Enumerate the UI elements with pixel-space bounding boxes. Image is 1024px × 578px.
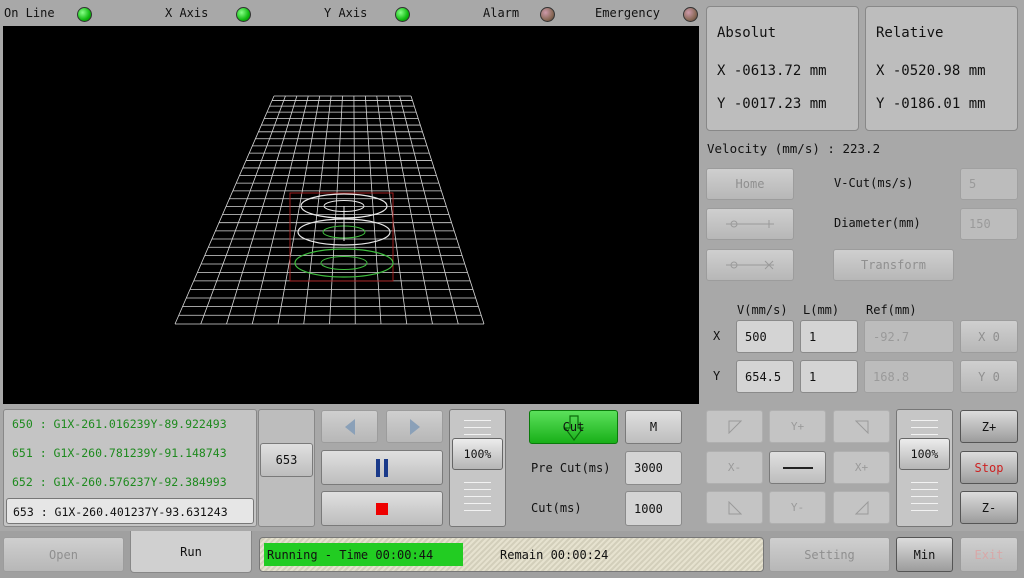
jog-up-left-button[interactable] [706,410,763,443]
arrow-down-left-icon [728,500,742,514]
row-x-label: X [713,329,721,343]
col-ref-header: Ref(mm) [866,303,917,317]
diameter-field[interactable]: 150 [960,208,1018,240]
cut-button[interactable]: Cut [529,410,618,444]
absolute-y-value: Y -0017.23 mm [717,96,827,112]
jog-y-minus-button[interactable]: Y- [769,491,826,524]
job-progress-bar: Running - Time 00:00:44 Remain 00:00:24 [259,537,764,572]
x-ref-field[interactable]: -92.7 [864,320,954,353]
diameter-label: Diameter(mm) [834,216,921,230]
status-alarm-label: Alarm [483,6,520,20]
y-zero-button[interactable]: Y 0 [960,360,1018,393]
step-back-button[interactable] [321,410,378,443]
z-minus-button[interactable]: Z- [960,491,1018,524]
home-button[interactable]: Home [706,168,794,200]
triangle-right-icon [409,418,420,435]
y-axis-led-icon [395,7,410,22]
line-counter-panel: 653 [258,409,315,527]
jog-down-left-button[interactable] [706,491,763,524]
vcut-label: V-Cut(ms/s) [834,176,914,190]
origin-arrows-icon [726,220,774,228]
remain-time-text: Remain 00:00:24 [500,548,609,562]
relative-x-value: X -0520.98 mm [876,63,986,79]
x-length-field[interactable]: 1 [800,320,858,353]
vcut-field[interactable]: 5 [960,168,1018,200]
absolute-position-panel: Absolut X -0613.72 mm Y -0017.23 mm [706,6,859,131]
status-emergency-label: Emergency [595,6,661,20]
gcode-line[interactable]: 652 : G1X-260.576237Y-92.384993 [12,475,227,489]
goto-origin-icon [726,260,774,270]
y-length-field[interactable]: 1 [800,360,858,393]
jog-x-plus-button[interactable]: X+ [833,451,890,484]
triangle-left-icon [344,418,355,435]
absolute-title: Absolut [717,25,777,41]
toolpath-grid-view [174,95,485,325]
gcode-line[interactable]: 650 : G1X-261.016239Y-89.922493 [12,417,227,431]
transform-button[interactable]: Transform [833,249,954,281]
pause-icon [376,458,388,477]
toolpath-viewport[interactable] [3,26,699,404]
relative-y-value: Y -0186.01 mm [876,96,986,112]
relative-title: Relative [876,25,944,41]
cutms-field[interactable]: 1000 [625,491,682,526]
jog-y-plus-button[interactable]: Y+ [769,410,826,443]
stop-square-icon [376,502,388,515]
m-button[interactable]: M [625,410,682,444]
emergency-led-icon [683,7,698,22]
setting-button[interactable]: Setting [769,537,890,572]
alarm-led-icon [540,7,555,22]
absolute-x-value: X -0613.72 mm [717,63,827,79]
row-y-label: Y [713,369,721,383]
precut-label: Pre Cut(ms) [531,461,611,475]
z-plus-button[interactable]: Z+ [960,410,1018,443]
jog-up-right-button[interactable] [833,410,890,443]
x-velocity-field[interactable]: 500 [736,320,794,353]
running-time-text: Running - Time 00:00:44 [267,548,434,562]
status-online-label: On Line [4,6,55,20]
velocity-readout: Velocity (mm/s) : 223.2 [707,141,881,156]
speed-override-knob[interactable]: 100% [452,438,503,470]
arrow-up-right-icon [854,420,868,434]
arrow-down-right-icon [854,500,868,514]
gcode-list[interactable]: 650 : G1X-261.016239Y-89.922493 651 : G1… [3,409,257,527]
gcode-line[interactable]: 651 : G1X-260.781239Y-91.148743 [12,446,227,460]
precut-field[interactable]: 3000 [625,451,682,485]
arrow-up-left-icon [728,420,742,434]
stop-run-button[interactable] [321,491,443,526]
jog-override-knob[interactable]: 100% [899,438,950,470]
cut-label: Cut [562,420,585,434]
jog-down-right-button[interactable] [833,491,890,524]
jog-override-slider[interactable]: 100% [896,409,953,527]
y-velocity-field[interactable]: 654.5 [736,360,794,393]
pause-button[interactable] [321,450,443,485]
z-stop-button[interactable]: Stop [960,451,1018,484]
gcode-current-line[interactable]: 653 : G1X-260.401237Y-93.631243 [6,498,254,524]
tab-run[interactable]: Run [130,531,252,573]
status-y-axis-label: Y Axis [324,6,368,20]
x-zero-button[interactable]: X 0 [960,320,1018,353]
gcode-current-text: 653 : G1X-260.401237Y-93.631243 [13,505,228,519]
speed-override-slider[interactable]: 100% [449,409,506,527]
relative-position-panel: Relative X -0520.98 mm Y -0186.01 mm [865,6,1018,131]
online-led-icon [77,7,92,22]
line-counter-button[interactable]: 653 [260,443,313,477]
jog-step-button[interactable] [769,451,826,484]
x-axis-led-icon [236,7,251,22]
status-x-axis-label: X Axis [165,6,209,20]
set-origin-button[interactable] [706,208,794,240]
dash-icon [782,466,813,469]
cutms-label: Cut(ms) [531,501,582,515]
y-ref-field[interactable]: 168.8 [864,360,954,393]
open-button[interactable]: Open [3,537,124,572]
exit-button[interactable]: Exit [960,537,1018,572]
step-forward-button[interactable] [386,410,443,443]
go-origin-button[interactable] [706,249,794,281]
minimize-button[interactable]: Min [896,537,953,572]
jog-x-minus-button[interactable]: X- [706,451,763,484]
col-length-header: L(mm) [803,303,840,317]
col-velocity-header: V(mm/s) [737,303,788,317]
